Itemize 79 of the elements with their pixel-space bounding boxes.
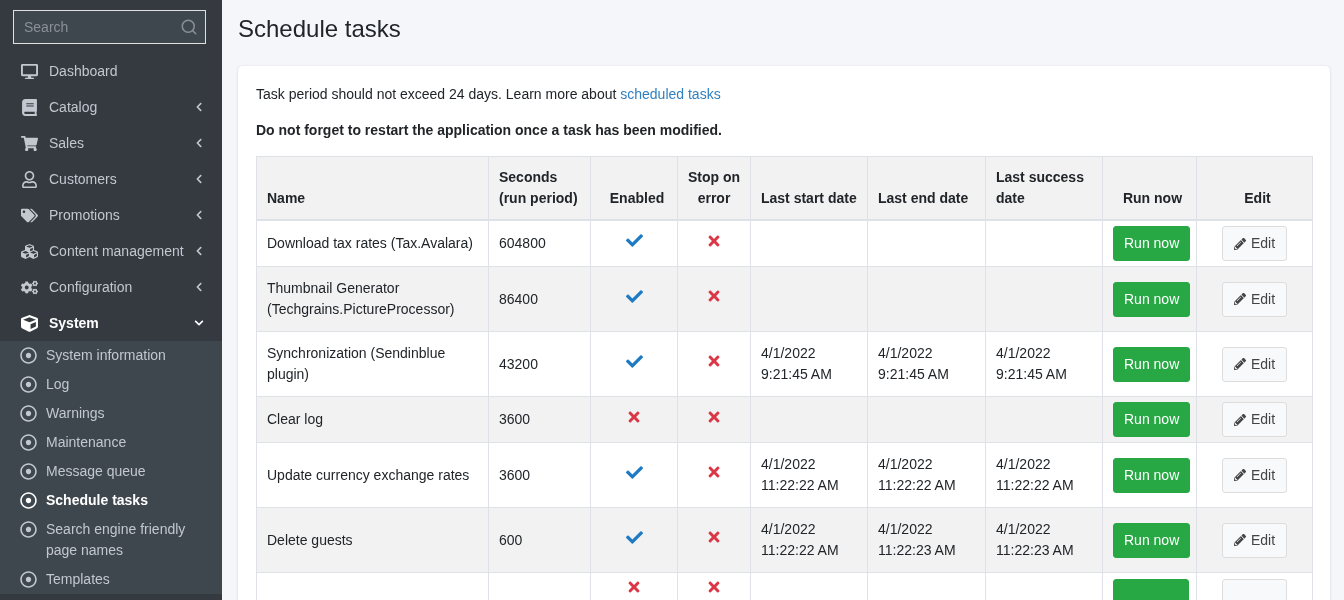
table-cell: 4/1/2022 9:21:45 AM <box>985 331 1103 397</box>
chevron-down-icon <box>194 318 204 328</box>
column-header: Seconds (run period) <box>488 156 591 220</box>
pencil-icon <box>1233 237 1246 250</box>
edit-button[interactable]: Edit <box>1221 226 1288 261</box>
table-cell: 4/1/2022 11:22:22 AM <box>750 442 868 508</box>
warning-text: Do not forget to restart the application once a task has been modified. <box>256 121 723 140</box>
chevron-left-icon <box>194 282 204 292</box>
table-cell: 43200 <box>488 331 591 397</box>
sidebar-item[interactable]: Promotions <box>0 197 222 233</box>
chevron-left-icon <box>194 138 204 148</box>
table-cell: 3600 <box>488 396 591 443</box>
chevron-left-icon <box>194 174 204 184</box>
cart-icon <box>20 134 39 152</box>
table-cell: 86400 <box>488 266 591 332</box>
chevron-left-icon <box>194 102 204 112</box>
table-cell: Thumbnail Generator (Techgrains.PictureProcessor) <box>256 266 489 332</box>
table-cell: 4/1/2022 11:22:23 AM <box>985 507 1103 573</box>
table-cell: Update currency exchange rates <box>256 442 489 508</box>
sidebar-subitem[interactable]: Message queue <box>0 457 222 486</box>
sidebar-item[interactable]: Dashboard <box>0 53 222 89</box>
table-cell: 4/1/2022 11:22:22 AM <box>750 507 868 573</box>
scheduled-tasks-link[interactable]: scheduled tasks <box>620 86 721 102</box>
sidebar-subitem[interactable]: Search engine friendly page names <box>0 515 222 565</box>
sidebar-item[interactable]: Sales <box>0 125 222 161</box>
cube-icon <box>20 314 39 332</box>
monitor-icon <box>20 62 39 80</box>
sidebar-subitem[interactable]: Templates <box>0 565 222 594</box>
tags-icon <box>20 206 39 224</box>
sidebar-item[interactable]: Catalog <box>0 89 222 125</box>
column-header: Last end date <box>867 156 986 220</box>
table-cell: Synchronization (Sendinblue plugin) <box>256 331 489 397</box>
sidebar-subitem[interactable]: Log <box>0 370 222 399</box>
pencil-icon <box>1233 534 1246 546</box>
table-cell: 4/1/2022 9:21:45 AM <box>867 331 986 397</box>
edit-button[interactable]: Edit <box>1221 402 1288 437</box>
sidebar-item[interactable]: Customers <box>0 161 222 197</box>
search-field[interactable]: Search <box>13 10 206 44</box>
column-header: Last start date <box>750 156 868 220</box>
column-header: Last success date <box>985 156 1103 220</box>
gears-icon <box>20 278 39 296</box>
pencil-icon <box>1233 358 1246 370</box>
table-cell: Download tax rates (Tax.Avalara) <box>256 220 489 267</box>
edit-button[interactable]: Edit <box>1221 346 1288 382</box>
page-title: Schedule tasks <box>238 14 402 44</box>
chevron-left-icon <box>194 210 204 220</box>
table-cell: 604800 <box>488 220 591 267</box>
sidebar-item[interactable]: Configuration <box>0 269 222 305</box>
column-header: Name <box>256 156 489 220</box>
table-cell: 4/1/2022 9:21:45 AM <box>750 331 868 397</box>
chevron-left-icon <box>194 246 204 256</box>
sidebar-item[interactable]: System <box>0 305 222 341</box>
column-header: Stop on error <box>677 156 751 220</box>
sidebar-subitem[interactable]: System information <box>0 341 222 370</box>
sidebar-subitem[interactable]: Schedule tasks <box>0 486 222 515</box>
pencil-icon <box>1233 413 1246 426</box>
sidebar-item[interactable]: Content management <box>0 233 222 269</box>
table-cell: 4/1/2022 11:22:22 AM <box>867 442 986 508</box>
pencil-icon <box>1233 293 1246 305</box>
table-cell: 3600 <box>488 442 591 508</box>
table-cell: 4/1/2022 11:22:22 AM <box>985 442 1103 508</box>
book-icon <box>20 98 39 116</box>
column-header: Edit <box>1196 156 1313 220</box>
table-cell: 600 <box>488 507 591 573</box>
edit-button[interactable]: Edit <box>1221 522 1288 558</box>
table-cell: Delete guests <box>256 507 489 573</box>
sidebar-subitem[interactable]: Warnings <box>0 399 222 428</box>
cubes-icon <box>20 242 39 260</box>
pencil-icon <box>1233 469 1246 481</box>
edit-button[interactable]: Edit <box>1221 457 1288 493</box>
sidebar-subitem[interactable]: Maintenance <box>0 428 222 457</box>
table-cell: Clear log <box>256 396 489 443</box>
info-text: Task period should not exceed 24 days. Learn more about scheduled tasks <box>256 85 722 104</box>
user-icon <box>20 170 39 188</box>
search-icon <box>180 18 198 36</box>
column-header: Enabled <box>590 156 678 220</box>
table-cell: 4/1/2022 11:22:23 AM <box>867 507 986 573</box>
edit-button[interactable]: Edit <box>1221 281 1288 317</box>
column-header: Run now <box>1102 156 1197 220</box>
